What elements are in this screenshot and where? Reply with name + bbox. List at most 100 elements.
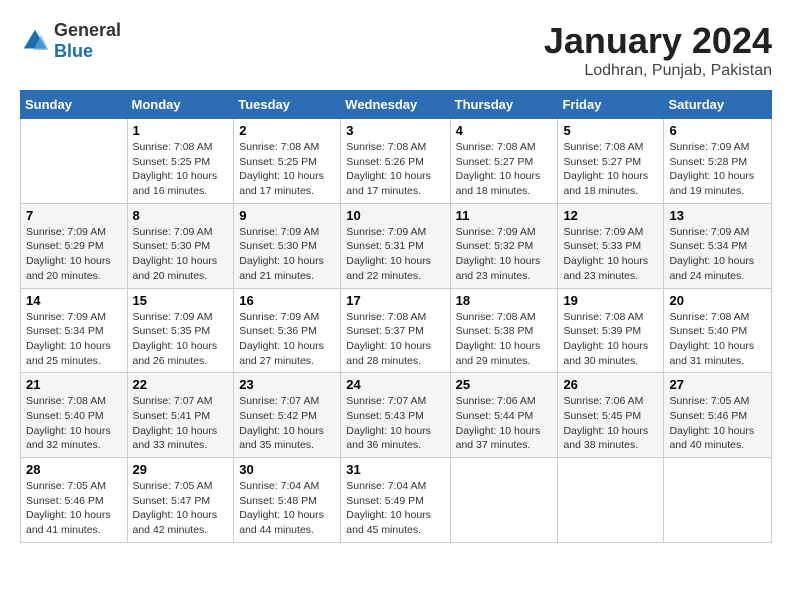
day-number: 4 xyxy=(456,123,553,138)
calendar-cell: 15Sunrise: 7:09 AMSunset: 5:35 PMDayligh… xyxy=(127,288,234,373)
day-info: Sunrise: 7:09 AMSunset: 5:31 PMDaylight:… xyxy=(346,225,444,284)
calendar-cell: 23 Sunrise: 7:07 AMSunset: 5:42 PMDayligh… xyxy=(234,373,341,458)
day-info: Sunrise: 7:08 AMSunset: 5:39 PMDaylight:… xyxy=(563,310,658,369)
page-header: General Blue January 2024 Lodhran, Punja… xyxy=(20,20,772,80)
calendar-cell xyxy=(664,458,772,543)
day-info: Sunrise: 7:09 AMSunset: 5:34 PMDaylight:… xyxy=(26,310,122,369)
logo-blue: Blue xyxy=(54,41,121,62)
calendar-cell: 16 Sunrise: 7:09 AMSunset: 5:36 PMDayligh… xyxy=(234,288,341,373)
day-number: 8 xyxy=(133,208,229,223)
calendar-table: SundayMondayTuesdayWednesdayThursdayFrid… xyxy=(20,90,772,543)
calendar-header: SundayMondayTuesdayWednesdayThursdayFrid… xyxy=(21,91,772,119)
week-row-4: 21 Sunrise: 7:08 AMSunset: 5:40 PMDayligh… xyxy=(21,373,772,458)
day-info: Sunrise: 7:08 AMSunset: 5:25 PMDaylight:… xyxy=(239,140,335,199)
day-number: 12 xyxy=(563,208,658,223)
day-info: Sunrise: 7:09 AMSunset: 5:29 PMDaylight:… xyxy=(26,225,122,284)
day-number: 9 xyxy=(239,208,335,223)
calendar-cell: 27 Sunrise: 7:05 AMSunset: 5:46 PMDayligh… xyxy=(664,373,772,458)
calendar-cell: 17 Sunrise: 7:08 AMSunset: 5:37 PMDayligh… xyxy=(341,288,450,373)
calendar-cell: 20 Sunrise: 7:08 AMSunset: 5:40 PMDayligh… xyxy=(664,288,772,373)
day-info: Sunrise: 7:07 AMSunset: 5:41 PMDaylight:… xyxy=(133,394,229,453)
day-number: 21 xyxy=(26,377,122,392)
day-number: 14 xyxy=(26,293,122,308)
day-info: Sunrise: 7:05 AMSunset: 5:47 PMDaylight:… xyxy=(133,479,229,538)
calendar-subtitle: Lodhran, Punjab, Pakistan xyxy=(544,62,772,80)
day-info: Sunrise: 7:09 AMSunset: 5:30 PMDaylight:… xyxy=(239,225,335,284)
calendar-cell: 1Sunrise: 7:08 AMSunset: 5:25 PMDaylight… xyxy=(127,119,234,204)
day-info: Sunrise: 7:05 AMSunset: 5:46 PMDaylight:… xyxy=(26,479,122,538)
day-info: Sunrise: 7:08 AMSunset: 5:40 PMDaylight:… xyxy=(26,394,122,453)
day-info: Sunrise: 7:04 AMSunset: 5:48 PMDaylight:… xyxy=(239,479,335,538)
day-info: Sunrise: 7:05 AMSunset: 5:46 PMDaylight:… xyxy=(669,394,766,453)
calendar-cell: 25Sunrise: 7:06 AMSunset: 5:44 PMDayligh… xyxy=(450,373,558,458)
calendar-cell: 24 Sunrise: 7:07 AMSunset: 5:43 PMDayligh… xyxy=(341,373,450,458)
header-day-friday: Friday xyxy=(558,91,664,119)
logo: General Blue xyxy=(20,20,121,62)
day-info: Sunrise: 7:09 AMSunset: 5:30 PMDaylight:… xyxy=(133,225,229,284)
day-info: Sunrise: 7:09 AMSunset: 5:33 PMDaylight:… xyxy=(563,225,658,284)
calendar-cell: 6Sunrise: 7:09 AMSunset: 5:28 PMDaylight… xyxy=(664,119,772,204)
header-day-sunday: Sunday xyxy=(21,91,128,119)
day-info: Sunrise: 7:09 AMSunset: 5:32 PMDaylight:… xyxy=(456,225,553,284)
day-info: Sunrise: 7:08 AMSunset: 5:40 PMDaylight:… xyxy=(669,310,766,369)
header-day-tuesday: Tuesday xyxy=(234,91,341,119)
calendar-cell: 2 Sunrise: 7:08 AMSunset: 5:25 PMDaylight… xyxy=(234,119,341,204)
day-info: Sunrise: 7:07 AMSunset: 5:43 PMDaylight:… xyxy=(346,394,444,453)
calendar-cell: 14 Sunrise: 7:09 AMSunset: 5:34 PMDayligh… xyxy=(21,288,128,373)
calendar-cell: 4Sunrise: 7:08 AMSunset: 5:27 PMDaylight… xyxy=(450,119,558,204)
calendar-cell: 30Sunrise: 7:04 AMSunset: 5:48 PMDayligh… xyxy=(234,458,341,543)
header-row: SundayMondayTuesdayWednesdayThursdayFrid… xyxy=(21,91,772,119)
day-info: Sunrise: 7:09 AMSunset: 5:35 PMDaylight:… xyxy=(133,310,229,369)
day-number: 27 xyxy=(669,377,766,392)
calendar-cell: 18 Sunrise: 7:08 AMSunset: 5:38 PMDayligh… xyxy=(450,288,558,373)
day-number: 2 xyxy=(239,123,335,138)
day-number: 19 xyxy=(563,293,658,308)
calendar-cell xyxy=(21,119,128,204)
calendar-cell: 8 Sunrise: 7:09 AMSunset: 5:30 PMDaylight… xyxy=(127,203,234,288)
day-number: 24 xyxy=(346,377,444,392)
day-info: Sunrise: 7:07 AMSunset: 5:42 PMDaylight:… xyxy=(239,394,335,453)
day-info: Sunrise: 7:08 AMSunset: 5:38 PMDaylight:… xyxy=(456,310,553,369)
header-day-wednesday: Wednesday xyxy=(341,91,450,119)
day-number: 17 xyxy=(346,293,444,308)
day-info: Sunrise: 7:06 AMSunset: 5:45 PMDaylight:… xyxy=(563,394,658,453)
day-info: Sunrise: 7:06 AMSunset: 5:44 PMDaylight:… xyxy=(456,394,553,453)
day-number: 10 xyxy=(346,208,444,223)
day-number: 18 xyxy=(456,293,553,308)
calendar-cell xyxy=(450,458,558,543)
calendar-cell: 7 Sunrise: 7:09 AMSunset: 5:29 PMDaylight… xyxy=(21,203,128,288)
calendar-body: 1 Sunrise: 7:08 AMSunset: 5:25 PMDaylight… xyxy=(21,119,772,543)
day-number: 26 xyxy=(563,377,658,392)
calendar-cell: 26 Sunrise: 7:06 AMSunset: 5:45 PMDayligh… xyxy=(558,373,664,458)
day-info: Sunrise: 7:08 AMSunset: 5:37 PMDaylight:… xyxy=(346,310,444,369)
week-row-5: 28 Sunrise: 7:05 AMSunset: 5:46 PMDayligh… xyxy=(21,458,772,543)
day-number: 11 xyxy=(456,208,553,223)
header-day-thursday: Thursday xyxy=(450,91,558,119)
calendar-cell: 13Sunrise: 7:09 AMSunset: 5:34 PMDayligh… xyxy=(664,203,772,288)
day-number: 5 xyxy=(563,123,658,138)
day-number: 28 xyxy=(26,462,122,477)
calendar-cell: 9 Sunrise: 7:09 AMSunset: 5:30 PMDaylight… xyxy=(234,203,341,288)
day-number: 7 xyxy=(26,208,122,223)
header-day-monday: Monday xyxy=(127,91,234,119)
header-day-saturday: Saturday xyxy=(664,91,772,119)
week-row-1: 1 Sunrise: 7:08 AMSunset: 5:25 PMDaylight… xyxy=(21,119,772,204)
day-number: 1 xyxy=(133,123,229,138)
day-number: 3 xyxy=(346,123,444,138)
day-number: 23 xyxy=(239,377,335,392)
day-info: Sunrise: 7:04 AMSunset: 5:49 PMDaylight:… xyxy=(346,479,444,538)
calendar-cell: 22Sunrise: 7:07 AMSunset: 5:41 PMDayligh… xyxy=(127,373,234,458)
day-number: 20 xyxy=(669,293,766,308)
calendar-cell: 10 Sunrise: 7:09 AMSunset: 5:31 PMDayligh… xyxy=(341,203,450,288)
day-info: Sunrise: 7:09 AMSunset: 5:34 PMDaylight:… xyxy=(669,225,766,284)
day-info: Sunrise: 7:09 AMSunset: 5:28 PMDaylight:… xyxy=(669,140,766,199)
day-info: Sunrise: 7:09 AMSunset: 5:36 PMDaylight:… xyxy=(239,310,335,369)
logo-text: General Blue xyxy=(54,20,121,62)
calendar-cell: 28 Sunrise: 7:05 AMSunset: 5:46 PMDayligh… xyxy=(21,458,128,543)
calendar-cell: 21 Sunrise: 7:08 AMSunset: 5:40 PMDayligh… xyxy=(21,373,128,458)
calendar-cell: 3 Sunrise: 7:08 AMSunset: 5:26 PMDaylight… xyxy=(341,119,450,204)
day-number: 16 xyxy=(239,293,335,308)
week-row-3: 14 Sunrise: 7:09 AMSunset: 5:34 PMDayligh… xyxy=(21,288,772,373)
calendar-cell: 12 Sunrise: 7:09 AMSunset: 5:33 PMDayligh… xyxy=(558,203,664,288)
day-info: Sunrise: 7:08 AMSunset: 5:26 PMDaylight:… xyxy=(346,140,444,199)
